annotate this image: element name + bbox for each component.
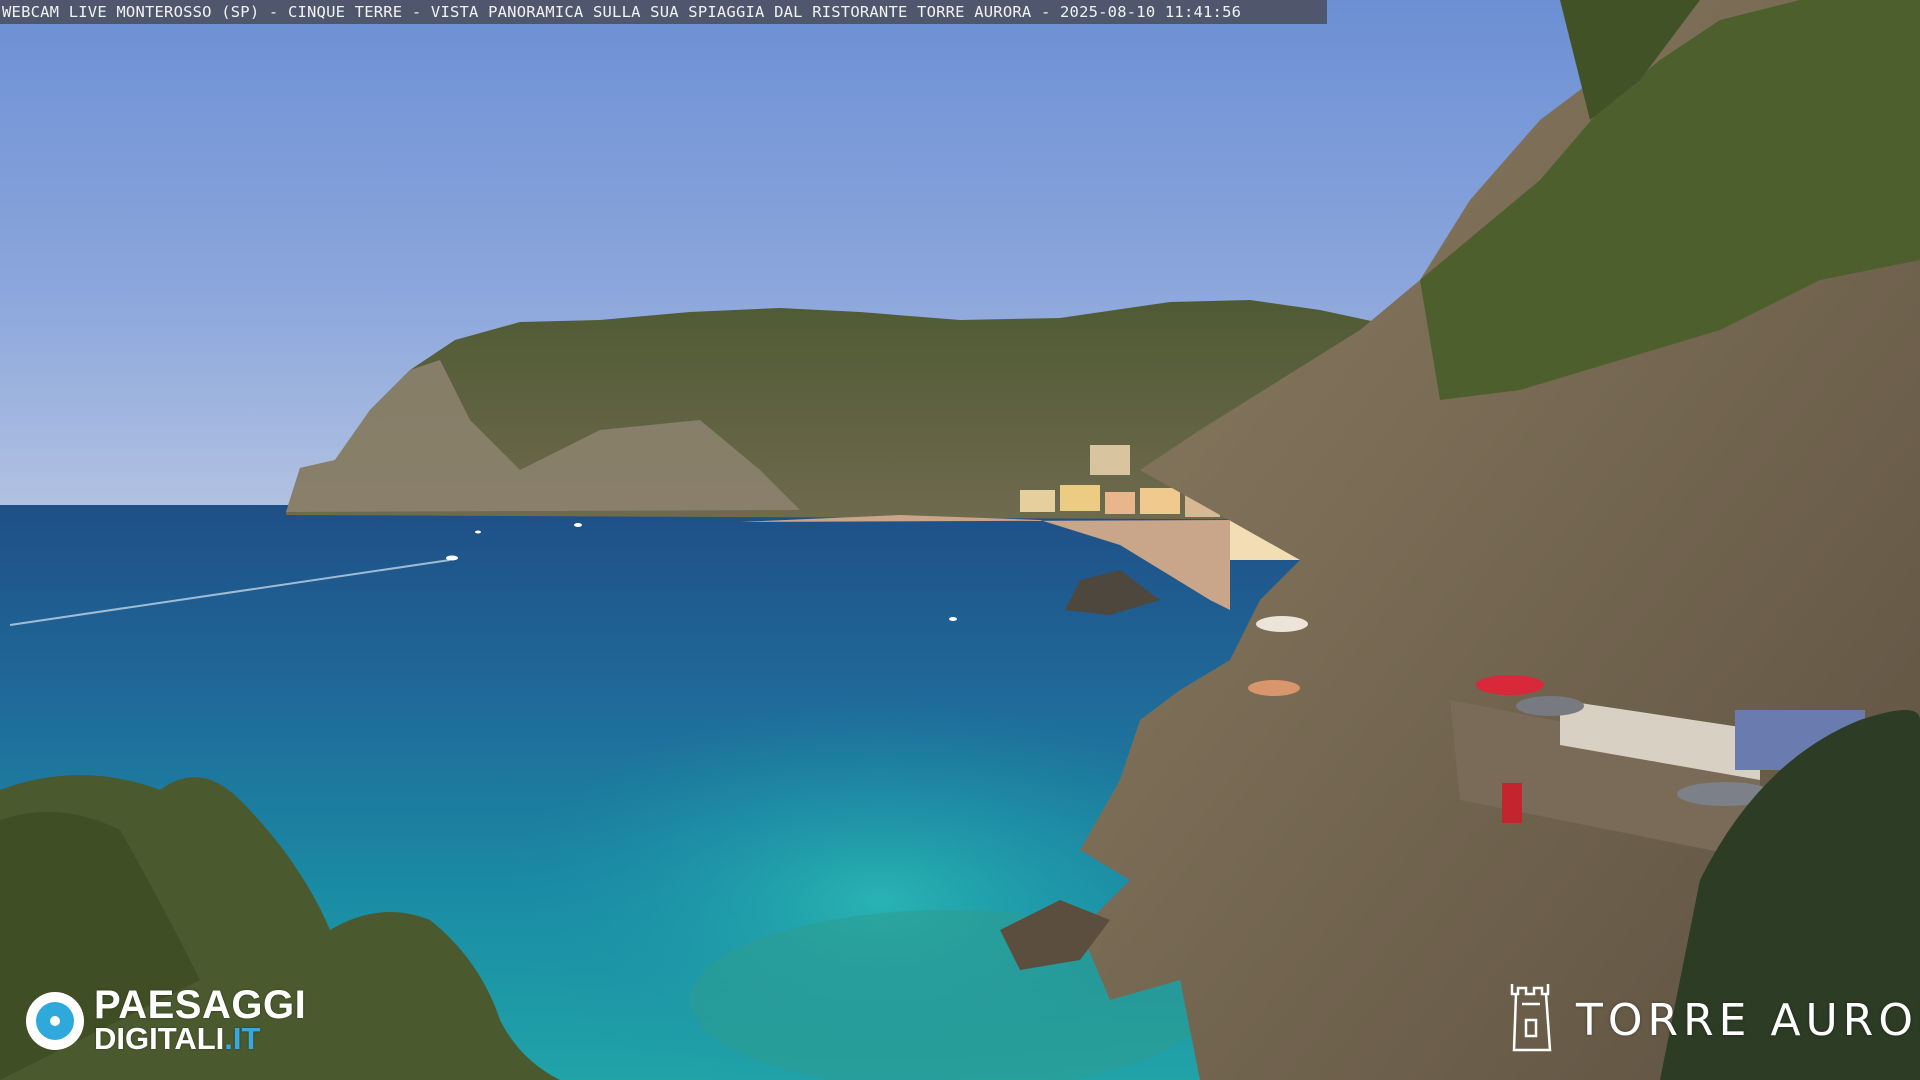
- torre-aurora-logo: TORRE AURORA: [1504, 980, 1920, 1060]
- webcam-scene: [0, 0, 1920, 1080]
- eye-icon: [26, 992, 84, 1050]
- paesaggi-digitali-logo: PAESAGGI DIGITALI.IT: [26, 984, 336, 1056]
- caption-text: WEBCAM LIVE MONTEROSSO (SP) - CINQUE TER…: [2, 3, 1242, 21]
- torre-aurora-name: TORRE AURORA: [1576, 995, 1920, 1046]
- webcam-caption: WEBCAM LIVE MONTEROSSO (SP) - CINQUE TER…: [0, 0, 1327, 24]
- boat: [475, 530, 481, 534]
- boat: [949, 617, 957, 621]
- logo-line2: DIGITALI.IT: [94, 1021, 261, 1056]
- boat: [446, 555, 458, 561]
- boat: [574, 523, 582, 527]
- tower-icon: [1510, 984, 1552, 1052]
- webcam-frame: WEBCAM LIVE MONTEROSSO (SP) - CINQUE TER…: [0, 0, 1920, 1080]
- logo-line1: PAESAGGI: [94, 983, 307, 1027]
